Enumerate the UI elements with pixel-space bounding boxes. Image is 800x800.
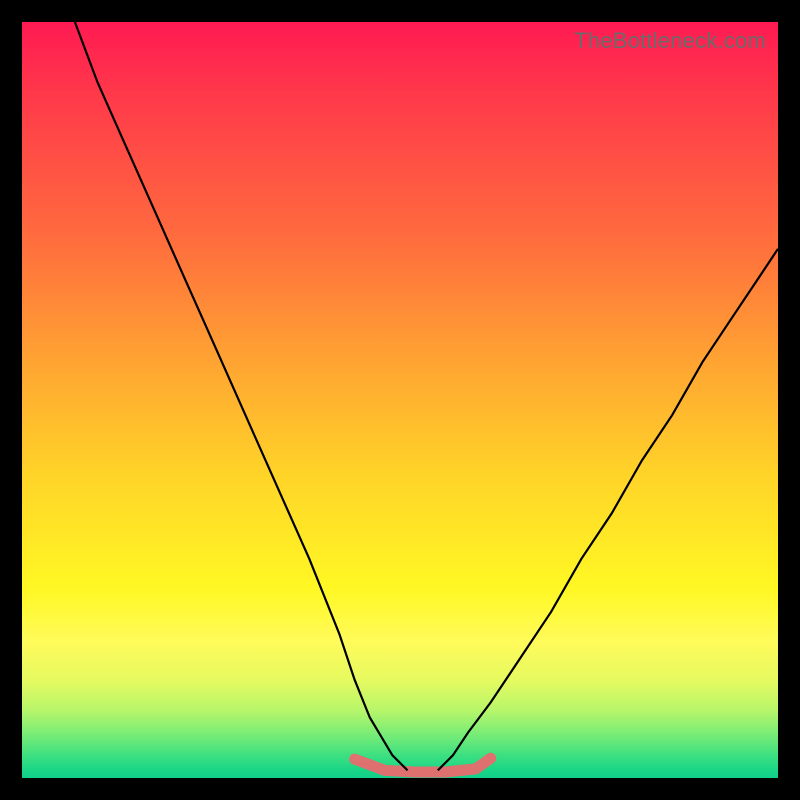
right-curve (438, 249, 778, 771)
chart-frame: TheBottleneck.com (0, 0, 800, 800)
curve-layer (22, 22, 778, 778)
floor-band (355, 758, 491, 772)
left-curve (75, 22, 408, 770)
plot-area: TheBottleneck.com (22, 22, 778, 778)
